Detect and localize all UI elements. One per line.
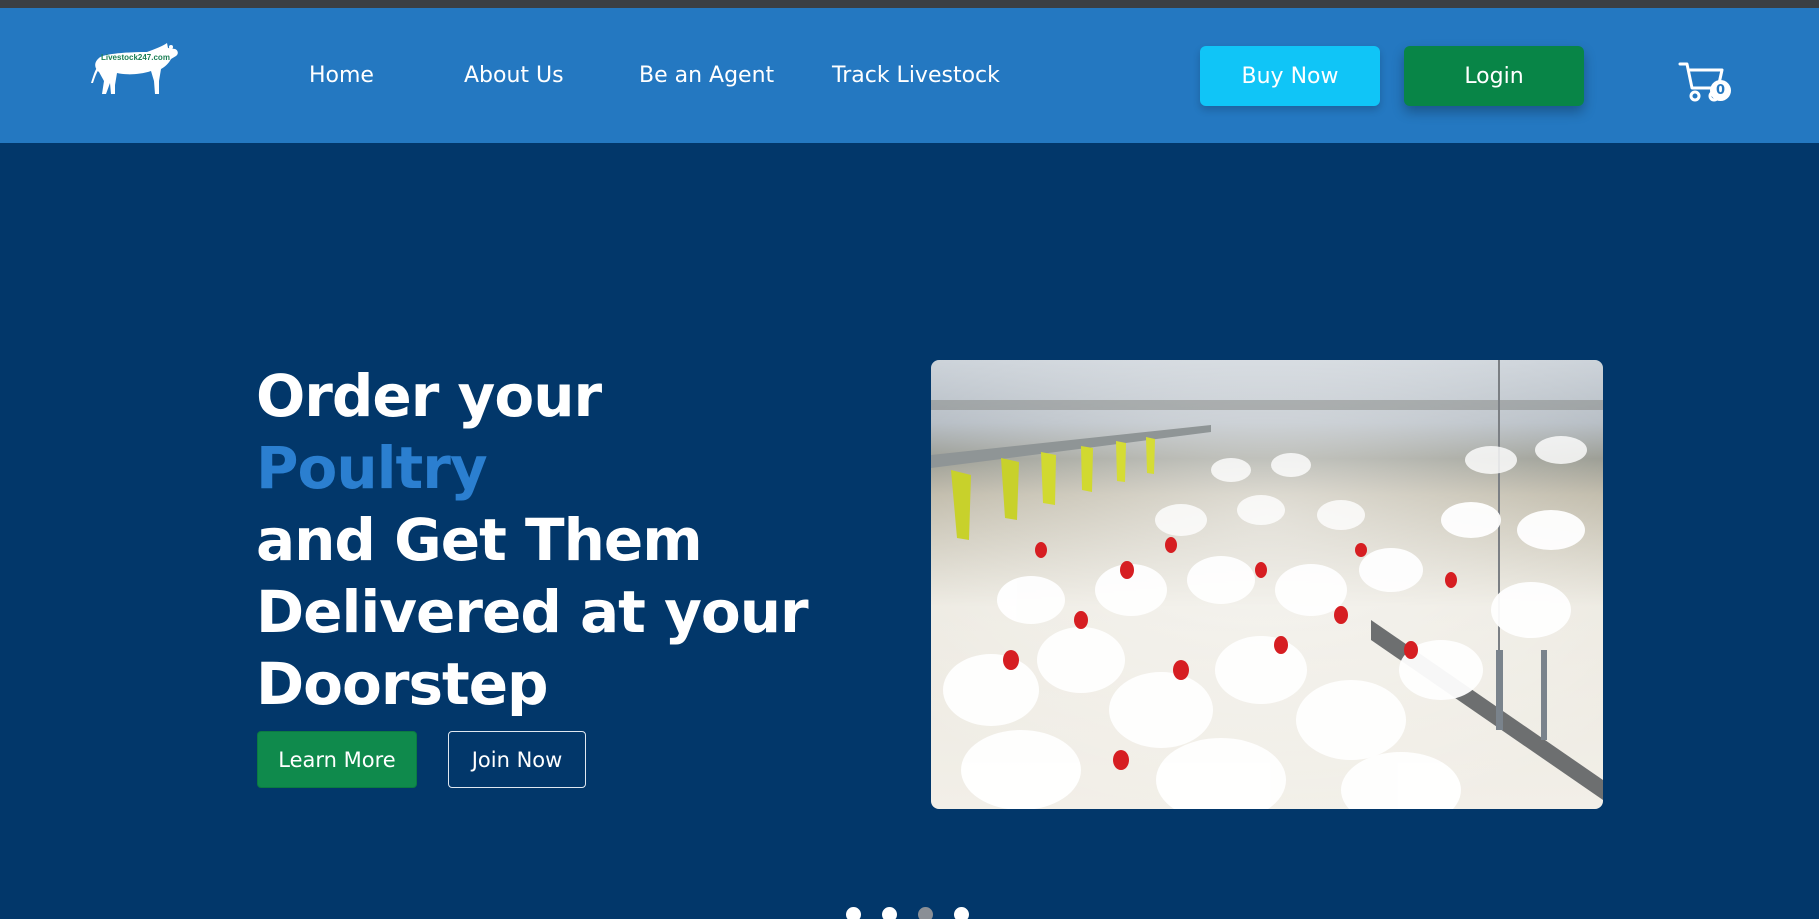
site-header: Livestock247.com Home About Us Be an Age… bbox=[0, 8, 1819, 143]
logo-text: Livestock247.com bbox=[101, 53, 170, 62]
browser-top-bar bbox=[0, 0, 1819, 8]
hero-title-part2: and Get Them Delivered at your Doorstep bbox=[256, 506, 809, 718]
hero-poultry-image bbox=[931, 360, 1603, 809]
cart-count-badge: 0 bbox=[1710, 80, 1731, 101]
nav-be-an-agent[interactable]: Be an Agent bbox=[639, 63, 774, 88]
cart-button[interactable]: 0 bbox=[1678, 56, 1736, 108]
nav-track-livestock[interactable]: Track Livestock bbox=[832, 63, 1000, 88]
nav-about-us[interactable]: About Us bbox=[464, 63, 564, 88]
hero-title: Order your Poultry and Get Them Delivered… bbox=[256, 360, 836, 720]
nav-home[interactable]: Home bbox=[309, 63, 374, 88]
login-button[interactable]: Login bbox=[1404, 46, 1584, 106]
hero-title-part1: Order your bbox=[256, 362, 602, 430]
hero-title-accent: Poultry bbox=[256, 434, 488, 502]
join-now-button[interactable]: Join Now bbox=[448, 731, 586, 788]
cow-logo-icon bbox=[91, 43, 178, 94]
poultry-farm-illustration bbox=[931, 360, 1603, 809]
learn-more-button[interactable]: Learn More bbox=[257, 731, 417, 788]
brand-logo[interactable]: Livestock247.com bbox=[89, 41, 181, 97]
buy-now-button[interactable]: Buy Now bbox=[1200, 46, 1380, 106]
